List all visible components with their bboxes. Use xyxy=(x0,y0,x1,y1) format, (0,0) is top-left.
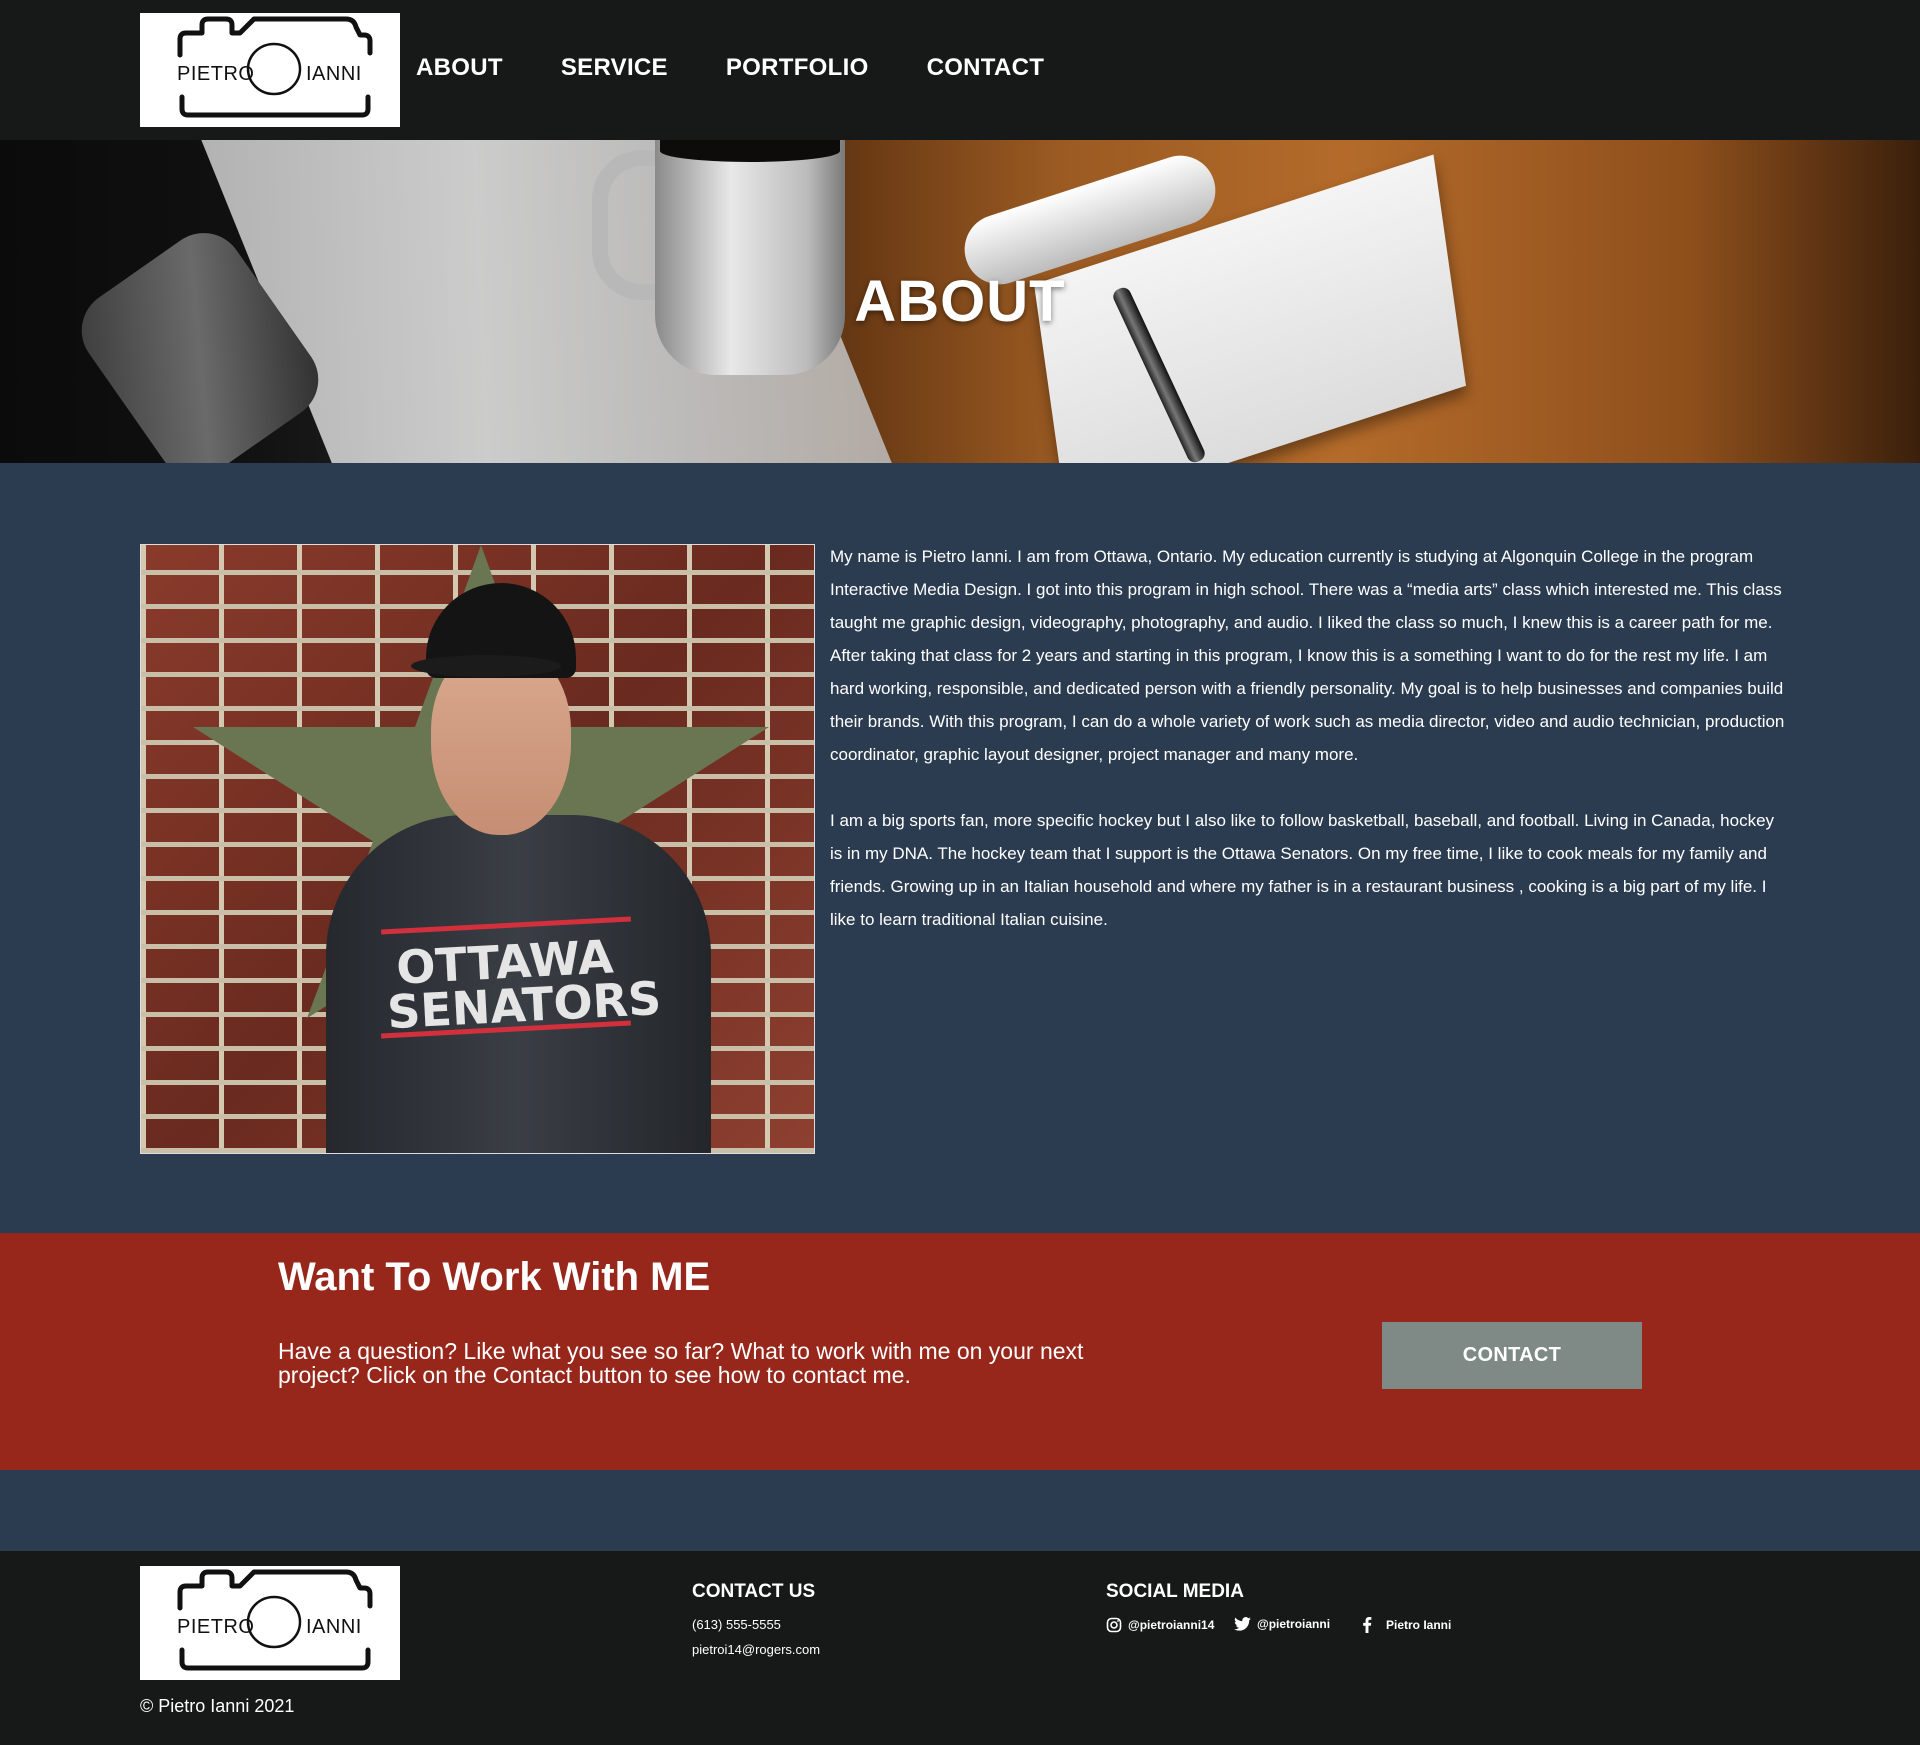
copyright: © Pietro Ianni 2021 xyxy=(140,1696,295,1716)
hero-banner: ABOUT xyxy=(0,140,1920,463)
nav-item-about[interactable]: ABOUT xyxy=(416,54,503,82)
site-logo[interactable]: PIETRO IANNI xyxy=(140,13,400,127)
social-link-twitter[interactable]: @pietroianni xyxy=(1234,1617,1330,1631)
logo-word-right: IANNI xyxy=(306,1616,362,1638)
photo-cap-brim xyxy=(411,655,561,677)
top-navbar: PIETRO IANNI ABOUT SERVICE PORTFOLIO CON… xyxy=(0,0,1920,140)
social-label: Pietro Ianni xyxy=(1386,1618,1452,1632)
bio-paragraph: My name is Pietro Ianni. I am from Ottaw… xyxy=(830,547,1785,764)
logo-word-left: PIETRO xyxy=(177,63,255,85)
logo-word-right: IANNI xyxy=(306,63,362,85)
facebook-icon xyxy=(1363,1617,1372,1633)
hero-coffee-image xyxy=(660,140,840,162)
nav-item-portfolio[interactable]: PORTFOLIO xyxy=(726,54,869,82)
about-bio: My name is Pietro Ianni. I am from Ottaw… xyxy=(830,540,1785,969)
photo-shirt-text: OTTAWA SENATORS xyxy=(385,929,663,1040)
nav-item-service[interactable]: SERVICE xyxy=(561,54,668,82)
social-label: @pietroianni14 xyxy=(1128,1618,1215,1632)
logo-word-left: PIETRO xyxy=(177,1616,255,1638)
cta-section: Want To Work With ME Have a question? Li… xyxy=(0,1233,1920,1470)
social-label: @pietroianni xyxy=(1257,1617,1331,1631)
cta-text: Have a question? Like what you see so fa… xyxy=(278,1338,1084,1388)
main-nav: ABOUT SERVICE PORTFOLIO CONTACT xyxy=(416,54,1102,82)
page-title: ABOUT xyxy=(854,269,1066,334)
email-address[interactable]: pietroi14@rogers.com xyxy=(692,1642,820,1657)
bio-paragraph: I am a big sports fan, more specific hoc… xyxy=(830,811,1775,929)
profile-photo: OTTAWA SENATORS xyxy=(140,544,815,1154)
twitter-icon xyxy=(1234,1617,1251,1631)
contact-heading: CONTACT US xyxy=(692,1581,816,1602)
social-heading: SOCIAL MEDIA xyxy=(1106,1581,1244,1602)
hero-white-mug-image xyxy=(655,140,845,375)
contact-button[interactable]: CONTACT xyxy=(1382,1322,1642,1389)
footer: PIETRO IANNI © Pietro Ianni 2021 CONTACT… xyxy=(0,1551,1920,1745)
social-link-facebook[interactable]: Pietro Ianni xyxy=(1360,1617,1451,1633)
social-link-instagram[interactable]: @pietroianni14 xyxy=(1106,1617,1214,1633)
footer-logo[interactable]: PIETRO IANNI xyxy=(140,1566,400,1680)
cta-title: Want To Work With ME xyxy=(278,1255,711,1299)
nav-item-contact[interactable]: CONTACT xyxy=(927,54,1045,82)
instagram-icon xyxy=(1106,1617,1122,1633)
phone-number[interactable]: (613) 555-5555 xyxy=(692,1617,781,1632)
